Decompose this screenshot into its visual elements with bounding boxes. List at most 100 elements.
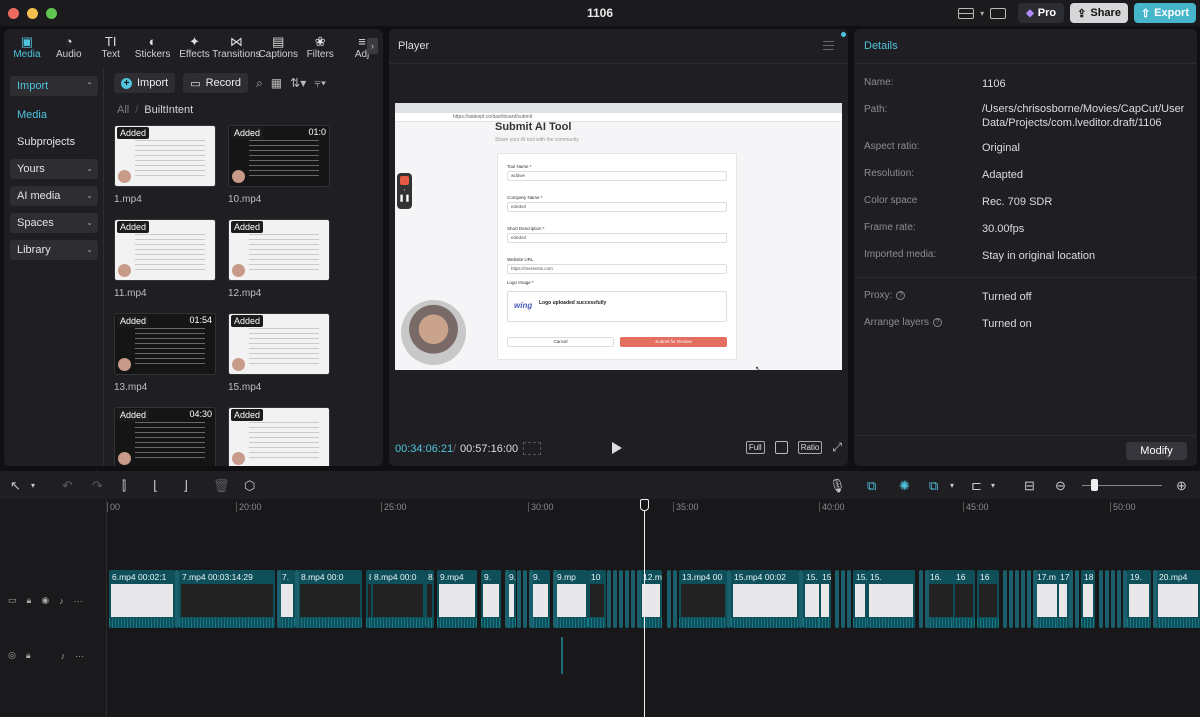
fit-timeline-icon[interactable]: ⊟ xyxy=(1024,478,1035,494)
timeline-area[interactable]: ▭ 🔒︎ ◉ ♪ ··· ◎ 🔒︎ ♪ ··· 00 20:00 25:00 30:0… xyxy=(0,499,1200,717)
chevron-down-icon[interactable]: ⌄ xyxy=(86,240,93,260)
media-thumbnail[interactable]: Added xyxy=(114,125,216,187)
audio-clip[interactable] xyxy=(561,637,563,674)
timeline-clip[interactable]: 15 xyxy=(819,570,831,628)
chevron-down-icon[interactable]: ▾ xyxy=(991,481,995,490)
export-button[interactable]: ⇧ Export xyxy=(1133,3,1196,23)
timeline-clip-fragment[interactable] xyxy=(1105,570,1109,628)
timeline-clip-fragment[interactable] xyxy=(1027,570,1031,628)
tab-stickers[interactable]: ◐ Stickers xyxy=(132,29,174,65)
timeline-clip-fragment[interactable] xyxy=(1117,570,1121,628)
chevron-up-icon[interactable]: ⌃ xyxy=(86,76,93,96)
timeline-clip[interactable]: 20.mp4 xyxy=(1156,570,1200,628)
timeline-clip-fragment[interactable] xyxy=(1153,570,1157,628)
record-button[interactable]: ▭ Record xyxy=(183,73,249,93)
sidebar-item-ai-media[interactable]: AI media ⌄ xyxy=(10,186,98,206)
timeline-clip-fragment[interactable] xyxy=(667,570,671,628)
timeline-clip[interactable]: 15.mp4 xyxy=(853,570,867,628)
more-icon[interactable]: ··· xyxy=(74,596,83,606)
video-track[interactable]: 6.mp4 00:02:1 7.mp4 00:03:14:29 7. 8.mp4 00… xyxy=(109,570,1200,628)
timeline-clip-fragment[interactable] xyxy=(295,570,299,628)
tab-captions[interactable]: ▤ Captions xyxy=(257,29,299,65)
media-thumbnail[interactable]: Added xyxy=(228,407,330,466)
pro-button[interactable]: ◆ Pro xyxy=(1018,3,1065,23)
split-left-icon[interactable]: ⌊ xyxy=(153,478,158,494)
share-button[interactable]: ⇪ Share xyxy=(1070,3,1128,23)
sidebar-item-spaces[interactable]: Spaces ⌄ xyxy=(10,213,98,233)
timeline-clip[interactable]: 8. xyxy=(425,570,434,628)
chevron-down-icon[interactable]: ▾ xyxy=(31,481,35,490)
media-card[interactable]: Added 04:30 xyxy=(114,407,216,466)
info-icon[interactable]: ? xyxy=(896,290,906,300)
timeline-clip-fragment[interactable] xyxy=(517,570,521,628)
redo-icon[interactable]: ↷ xyxy=(92,478,103,494)
chevron-down-icon[interactable]: ▾ xyxy=(980,9,984,18)
timeline-clip-fragment[interactable] xyxy=(1015,570,1019,628)
timeline-clip[interactable]: 17. xyxy=(1057,570,1069,628)
full-quality-button[interactable]: Full xyxy=(745,441,765,454)
menu-icon[interactable] xyxy=(823,41,834,50)
timeline-clip[interactable]: 15.mp4 00:02 xyxy=(731,570,799,628)
sidebar-item-media[interactable]: Media xyxy=(10,105,98,125)
media-card[interactable]: Added 11.mp4 xyxy=(114,219,216,299)
tab-audio[interactable]: ◔ Audio xyxy=(48,29,90,65)
zoom-out-icon[interactable]: ⊖ xyxy=(1055,478,1066,494)
timeline-clip[interactable]: 9. xyxy=(530,570,550,628)
filter-icon[interactable]: ⫧▾ xyxy=(314,76,326,91)
media-thumbnail[interactable]: Added xyxy=(114,219,216,281)
timeline-clip-fragment[interactable] xyxy=(1111,570,1115,628)
breadcrumb-root[interactable]: All xyxy=(117,104,129,116)
tab-media[interactable]: ▣ Media xyxy=(6,29,48,65)
undo-icon[interactable]: ↶ xyxy=(62,478,73,494)
media-thumbnail[interactable]: Added xyxy=(228,313,330,375)
timeline-clip-fragment[interactable] xyxy=(553,570,557,628)
timeline-clip-fragment[interactable] xyxy=(277,570,281,628)
timeline-clip[interactable]: 6.mp4 00:02:1 xyxy=(109,570,175,628)
timeline-clip[interactable]: 19. xyxy=(1127,570,1151,628)
media-card[interactable]: Added 01:54 13.mp4 xyxy=(114,313,216,393)
safe-area-icon[interactable] xyxy=(523,442,541,455)
recording-control[interactable]: • ❚❚ xyxy=(397,173,412,209)
timeline-clip[interactable]: 15. xyxy=(867,570,915,628)
timeline-clip-fragment[interactable] xyxy=(1021,570,1025,628)
media-thumbnail[interactable]: Added 01:54 xyxy=(114,313,216,375)
snap-icon[interactable]: ⧉ xyxy=(929,478,938,494)
timeline-clip[interactable]: 7.mp4 00:03:14:29 xyxy=(179,570,275,628)
timeline-clip-fragment[interactable] xyxy=(523,570,527,628)
snapshot-icon[interactable] xyxy=(774,441,788,454)
sidebar-item-yours[interactable]: Yours ⌄ xyxy=(10,159,98,179)
tab-text[interactable]: TI Text xyxy=(90,29,132,65)
sidebar-item-subprojects[interactable]: Subprojects xyxy=(10,132,98,152)
timeline-clip[interactable]: 13.mp4 00 xyxy=(679,570,727,628)
more-icon[interactable]: ··· xyxy=(75,651,84,661)
timeline-clip[interactable]: 9.mp xyxy=(554,570,588,628)
playhead[interactable] xyxy=(644,499,645,717)
playhead-handle[interactable] xyxy=(640,499,649,511)
timeline-clip-fragment[interactable] xyxy=(175,570,179,628)
timeline-clip[interactable]: 7. xyxy=(279,570,295,628)
timeline-clip-fragment[interactable] xyxy=(1033,570,1037,628)
fullscreen-icon[interactable]: ⤢ xyxy=(832,440,842,455)
pause-icon[interactable]: ❚❚ xyxy=(397,194,412,202)
magnet-icon[interactable]: ✺ xyxy=(899,478,910,494)
microphone-icon[interactable]: 🎙 xyxy=(829,478,846,494)
import-button[interactable]: + Import xyxy=(114,73,176,93)
timeline-clip-fragment[interactable] xyxy=(625,570,629,628)
select-tool-icon[interactable]: ↖ xyxy=(10,478,21,494)
tab-effects[interactable]: ✦ Effects xyxy=(174,29,216,65)
timeline-clip-fragment[interactable] xyxy=(1003,570,1007,628)
media-thumbnail[interactable]: Added xyxy=(228,219,330,281)
timeline-clip-fragment[interactable] xyxy=(799,570,803,628)
info-icon[interactable]: ? xyxy=(933,317,943,327)
timeline-ruler[interactable]: 00 20:00 25:00 30:00 35:00 40:00 45:00 50:00 xyxy=(106,499,1200,519)
timeline-clip-fragment[interactable] xyxy=(1069,570,1073,628)
tab-transitions[interactable]: ⋈ Transitions xyxy=(212,29,261,65)
timeline-clip-fragment[interactable] xyxy=(1075,570,1079,628)
timeline-clip[interactable]: 18 xyxy=(1081,570,1095,628)
timeline-clip-fragment[interactable] xyxy=(607,570,611,628)
timeline-clip[interactable]: 16 xyxy=(977,570,999,628)
delete-icon[interactable]: 🗑 xyxy=(213,478,230,494)
timeline-clip[interactable]: 10 xyxy=(588,570,606,628)
chevron-down-icon[interactable]: ⌄ xyxy=(86,213,93,233)
timeline-clip[interactable]: 8.mp4 00:0 xyxy=(298,570,362,628)
